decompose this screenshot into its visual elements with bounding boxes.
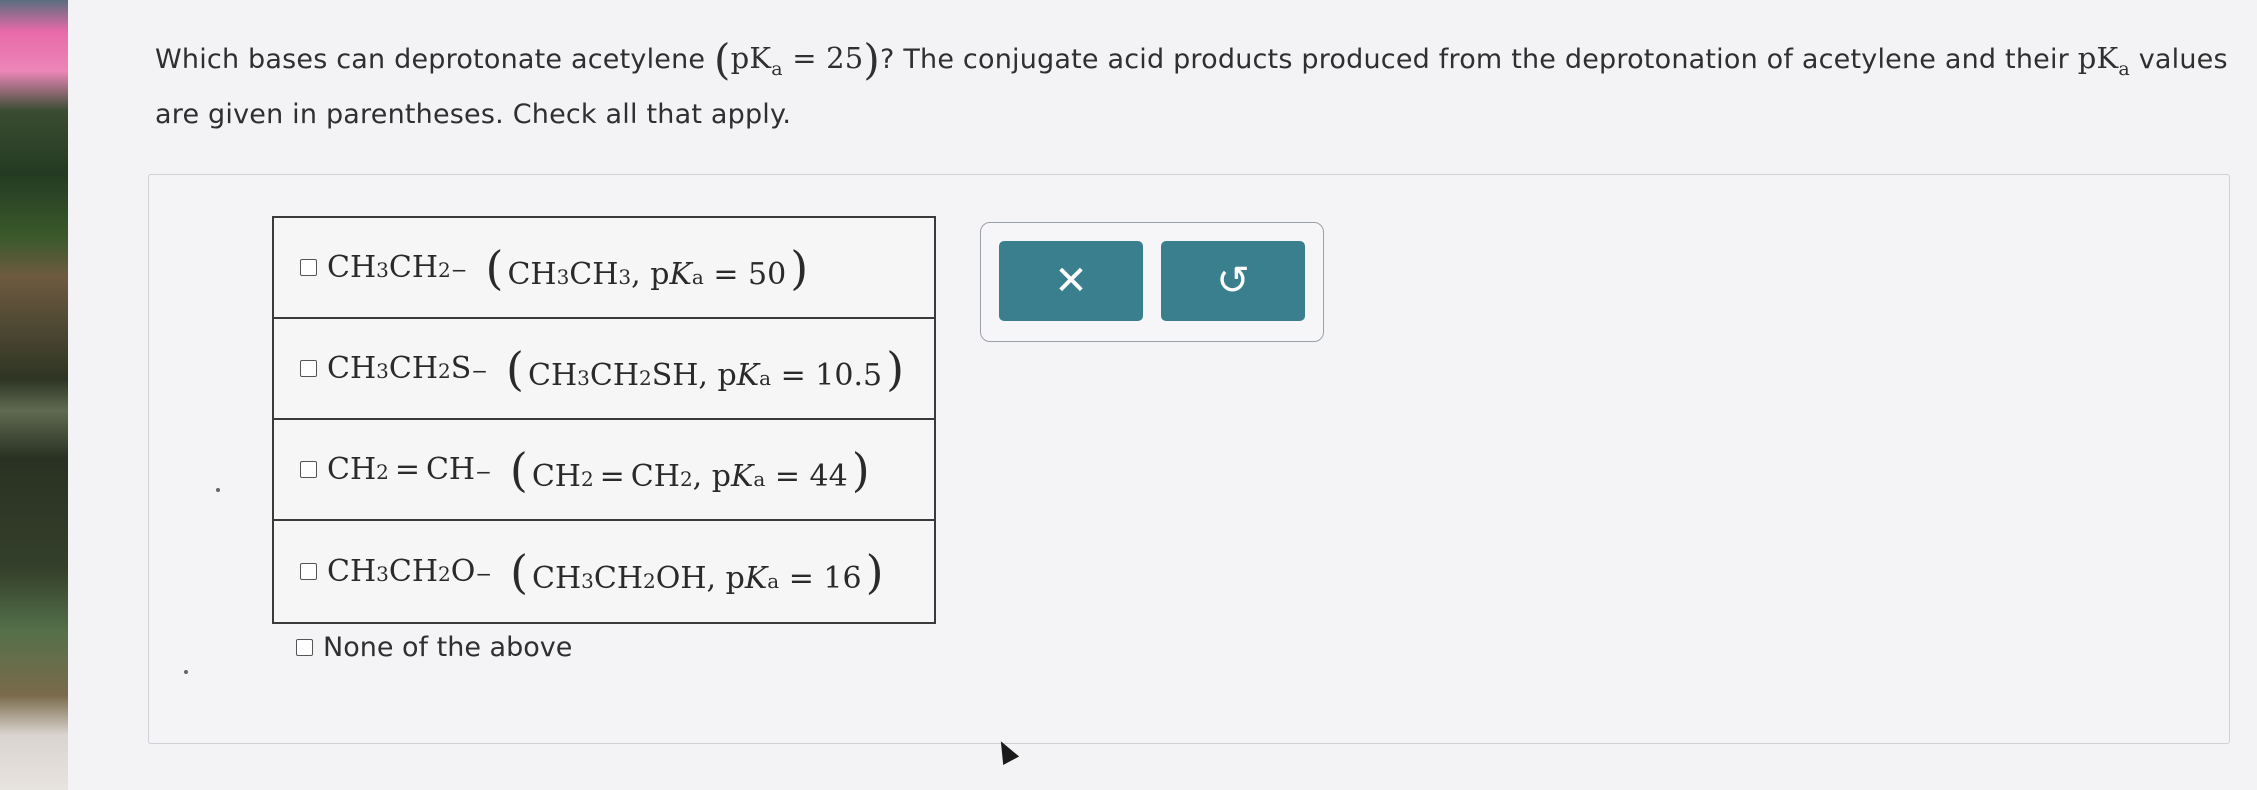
choice-row-3[interactable]: CH 2 = CH − (CH 2 = CH 2, pKa = 44) [274, 420, 934, 521]
checkbox-1[interactable] [300, 259, 317, 276]
undo-icon: ↺ [1216, 258, 1250, 304]
close-icon: ✕ [1054, 258, 1088, 304]
screen-speck [184, 670, 188, 674]
none-of-the-above-label: None of the above [323, 632, 573, 663]
choice-2-acid: (CH 3 CH 2 SH, pKa = 10.5) [506, 341, 905, 396]
checkbox-4[interactable] [300, 563, 317, 580]
question-text-middle: ? The conjugate acid products produced f… [880, 44, 2069, 75]
checkbox-none[interactable] [296, 639, 313, 656]
choices-table: CH 3 CH 2− (CH 3 CH 3, pKa = 50) CH 3 CH 2 S − (CH 3… [272, 216, 936, 624]
acetylene-pka: (pKa = 25) [714, 35, 881, 84]
choice-1-acid: (CH 3 CH 3, pKa = 50) [485, 240, 809, 295]
choice-4-base: CH 3 CH 2 O − [327, 554, 493, 589]
question-text-before: Which bases can deprotonate acetylene [155, 44, 706, 75]
choice-row-2[interactable]: CH 3 CH 2 S − (CH 3 CH 2 SH, pKa = 10.5) [274, 319, 934, 420]
choice-row-1[interactable]: CH 3 CH 2− (CH 3 CH 3, pKa = 50) [274, 218, 934, 319]
choice-3-acid: (CH 2 = CH 2, pKa = 44) [509, 442, 870, 497]
screen-speck [216, 488, 220, 492]
choice-3-base: CH 2 = CH − [327, 452, 492, 487]
choice-2-base: CH 3 CH 2 S − [327, 351, 489, 386]
answer-toolbar: ✕ ↺ [980, 222, 1324, 342]
checkbox-3[interactable] [300, 461, 317, 478]
choice-1-base: CH 3 CH 2− [327, 250, 468, 285]
checkbox-2[interactable] [300, 360, 317, 377]
choice-row-4[interactable]: CH 3 CH 2 O − (CH 3 CH 2 OH, pKa = 16) [274, 521, 934, 622]
clear-button[interactable]: ✕ [999, 241, 1143, 321]
question-text: Which bases can deprotonate acetylene (p… [155, 36, 2245, 137]
background-photo-strip [0, 0, 68, 790]
none-of-the-above-option[interactable]: None of the above [296, 632, 572, 663]
choice-4-acid: (CH 3 CH 2 OH, pKa = 16) [510, 544, 884, 599]
undo-button[interactable]: ↺ [1161, 241, 1305, 321]
pka-symbol: pKa [2077, 41, 2130, 80]
